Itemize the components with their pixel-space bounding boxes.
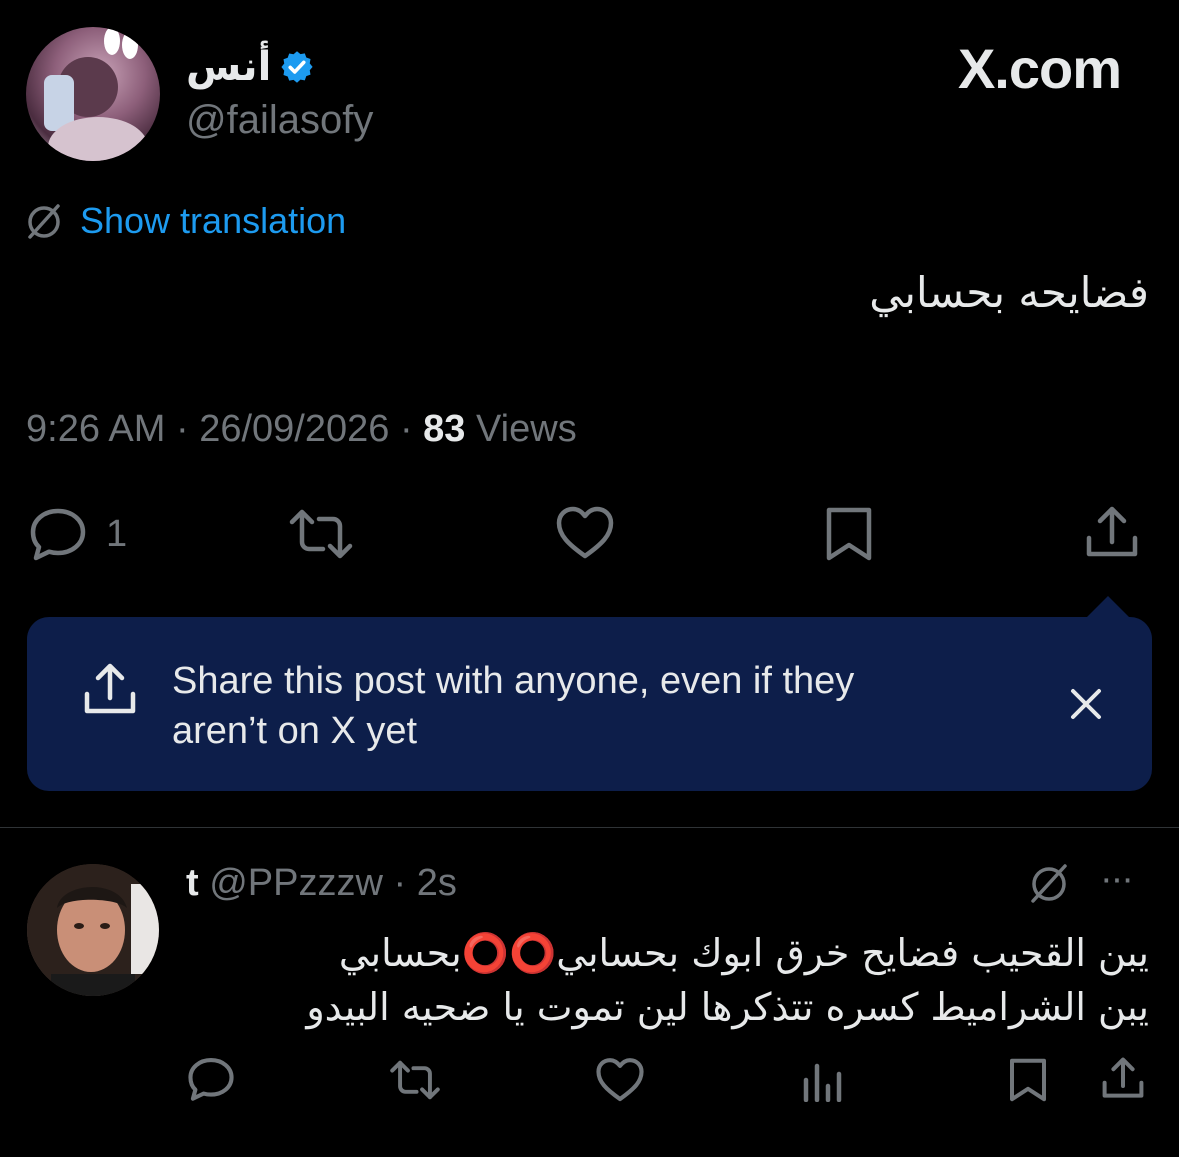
author-display-name[interactable]: أنس (186, 44, 271, 90)
post-date[interactable]: 26/09/2026 (199, 408, 389, 450)
reply-button[interactable]: 1 (28, 506, 127, 562)
close-icon[interactable] (1068, 686, 1104, 722)
analytics-icon (802, 1058, 844, 1102)
like-button[interactable] (554, 504, 616, 562)
tooltip-line-2: aren’t on X yet (172, 710, 418, 752)
share-button[interactable] (1084, 502, 1140, 562)
reply-translate-icon[interactable] (1026, 860, 1072, 906)
reply-author-name[interactable]: t (186, 862, 199, 904)
repost-icon (288, 506, 354, 562)
reply-header: t @PPzzzw · 2s (186, 862, 457, 905)
tooltip-pointer (1086, 596, 1130, 618)
tooltip-message: Share this post with anyone, even if the… (172, 656, 992, 756)
tooltip-share-icon (82, 660, 138, 718)
bookmark-icon (1006, 1056, 1050, 1104)
meta-separator: · (175, 408, 200, 450)
author-handle[interactable]: @failasofy (186, 98, 373, 143)
heart-icon (554, 504, 616, 562)
views-count[interactable]: 83 (423, 408, 465, 450)
reply-like-button[interactable] (594, 1056, 646, 1104)
reply-timestamp[interactable]: 2s (417, 862, 457, 904)
bookmark-icon (822, 504, 876, 564)
reply-views-button[interactable] (802, 1058, 844, 1102)
author-name-row[interactable]: أنس (186, 44, 315, 90)
reply-author-handle[interactable]: @PPzzzw (209, 862, 383, 904)
verified-badge-icon (279, 49, 315, 85)
translate-icon (24, 201, 64, 241)
reply-author-avatar[interactable] (27, 864, 159, 996)
more-options-icon[interactable]: ··· (1100, 858, 1134, 901)
bookmark-button[interactable] (822, 504, 876, 564)
reply-reply-button[interactable] (186, 1056, 236, 1102)
reply-share-button[interactable] (1100, 1054, 1146, 1102)
reply-separator: · (393, 862, 407, 904)
tooltip-line-1: Share this post with anyone, even if the… (172, 660, 855, 702)
brand-watermark: X.com (957, 37, 1122, 100)
reply-count: 1 (106, 512, 128, 555)
share-icon (1100, 1054, 1146, 1102)
heart-icon (594, 1056, 646, 1104)
reply-repost-button[interactable] (388, 1058, 442, 1102)
views-label[interactable]: Views (476, 408, 577, 450)
meta-separator: · (399, 408, 424, 450)
repost-button[interactable] (288, 506, 354, 562)
section-divider (0, 827, 1179, 828)
show-translation-link[interactable]: Show translation (24, 200, 346, 242)
reply-line-2: يبن الشراميط كسره تتذكرها لين تموت يا ضح… (306, 985, 1149, 1029)
reply-icon (28, 506, 88, 562)
post-text: فضايحه بحسابي (869, 268, 1149, 317)
share-icon (1084, 502, 1140, 562)
post-meta: 9:26 AM · 26/09/2026 · 83 Views (26, 408, 577, 451)
reply-text: يبن القحيب فضايح خرق ابوك بحسابي⭕️⭕️بحسا… (209, 926, 1149, 1034)
show-translation-label[interactable]: Show translation (80, 200, 346, 242)
reply-line-1: يبن القحيب فضايح خرق ابوك بحسابي⭕️⭕️بحسا… (338, 931, 1149, 975)
author-avatar[interactable] (26, 27, 160, 161)
repost-icon (388, 1058, 442, 1102)
reply-icon (186, 1056, 236, 1102)
post-time[interactable]: 9:26 AM (26, 408, 165, 450)
reply-bookmark-button[interactable] (1006, 1056, 1050, 1104)
